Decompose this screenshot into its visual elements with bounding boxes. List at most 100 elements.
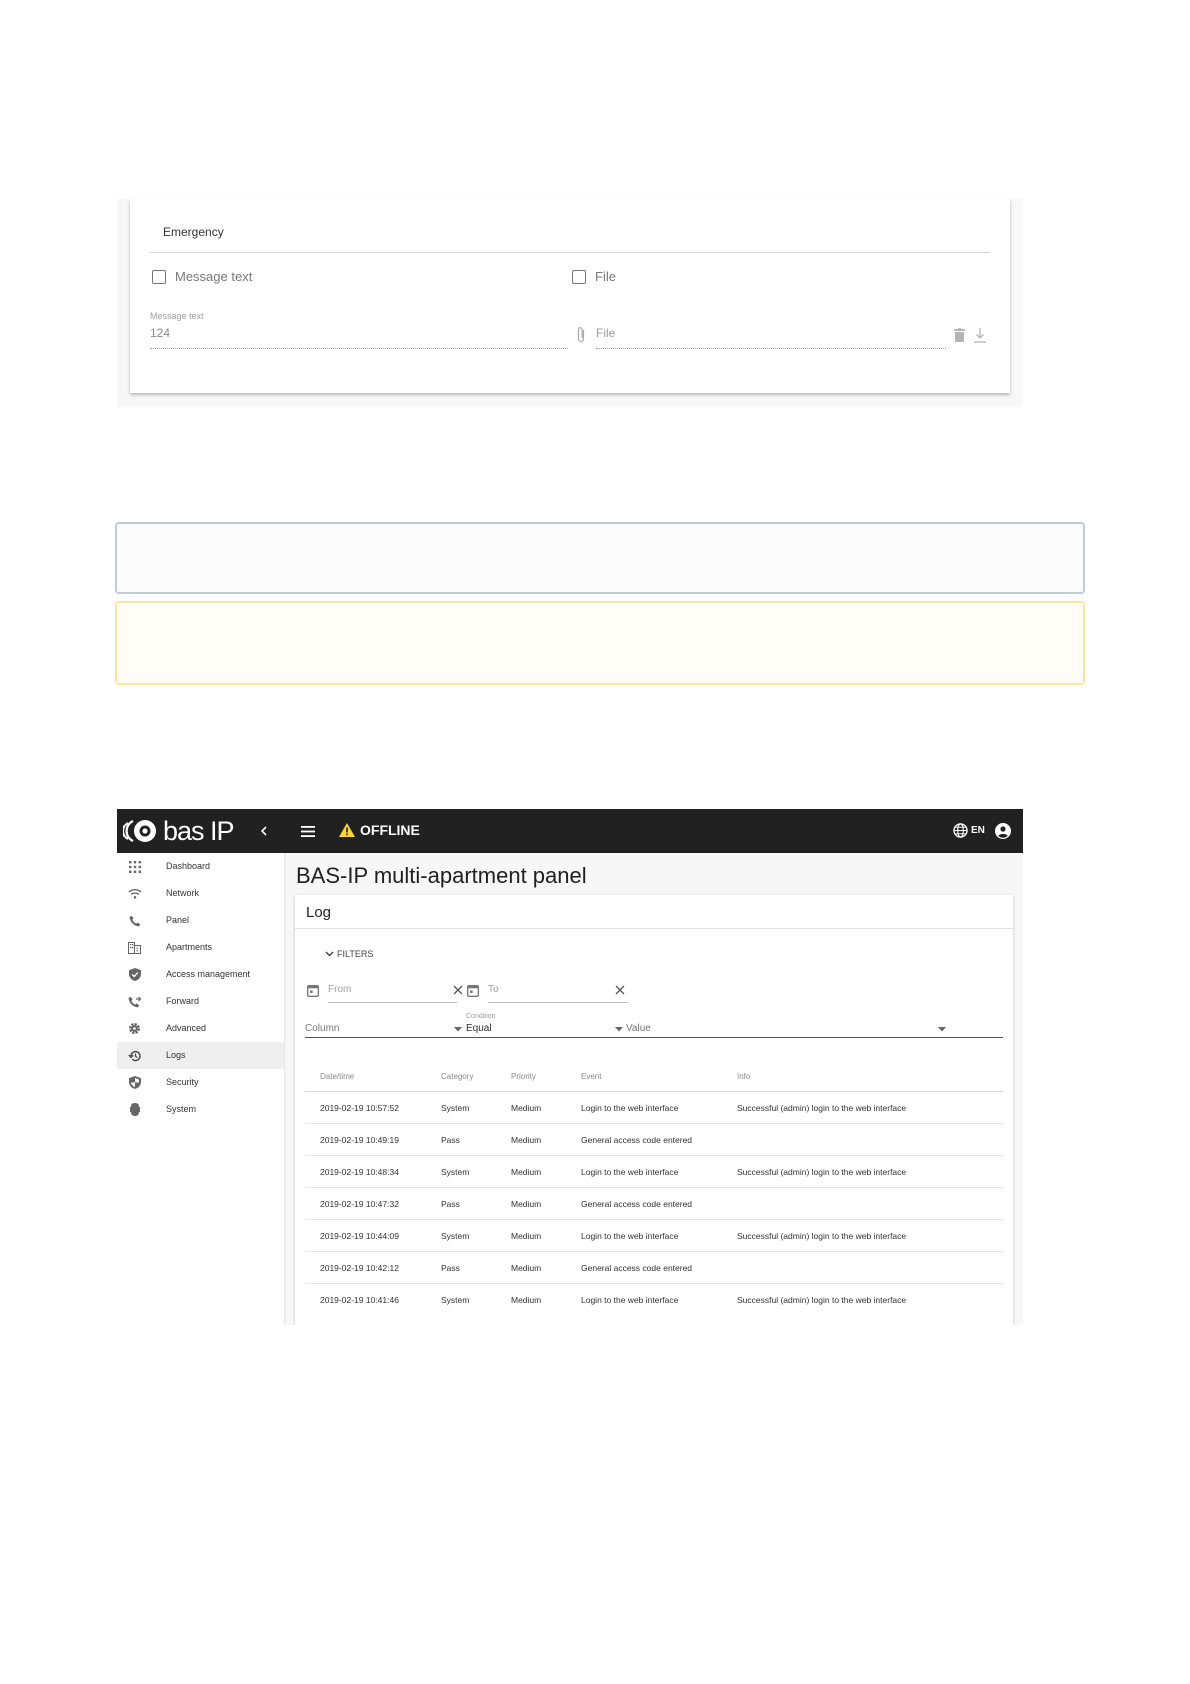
- log-card: Log FILTERS From To Column Condition Equ…: [295, 895, 1013, 1325]
- card-divider: [295, 928, 1013, 929]
- trash-icon[interactable]: [952, 326, 966, 344]
- log-page-screenshot: bas IP OFFLINE EN Dashboard Network Pane…: [117, 809, 1023, 1325]
- sidebar-item-apartments[interactable]: Apartments: [117, 934, 284, 961]
- sidebar-item-label: Advanced: [166, 1023, 207, 1033]
- clear-to-icon[interactable]: [613, 983, 627, 997]
- download-icon[interactable]: [973, 326, 987, 344]
- filters-label: FILTERS: [337, 949, 374, 959]
- language-selector[interactable]: EN: [953, 823, 985, 838]
- emergency-card: Emergency Message text File Message text…: [130, 199, 1010, 393]
- cell-datetime: 2019-02-19 10:44:09: [320, 1231, 399, 1241]
- column-header-datetime[interactable]: Date/time: [320, 1072, 354, 1081]
- sidebar-item-label: Logs: [166, 1050, 186, 1060]
- table-row[interactable]: 2019-02-19 10:57:52 System Medium Login …: [305, 1092, 1003, 1124]
- filters-toggle[interactable]: FILTERS: [325, 949, 373, 959]
- grid-icon: [127, 859, 142, 874]
- shield-check-icon: [127, 967, 142, 982]
- cell-event: Login to the web interface: [581, 1167, 679, 1177]
- sidebar-item-label: System: [166, 1104, 197, 1114]
- sidebar-item-advanced[interactable]: Advanced: [117, 1015, 284, 1042]
- paperclip-icon[interactable]: [574, 325, 588, 345]
- message-text-input[interactable]: 124: [150, 326, 170, 340]
- sidebar-item-label: Security: [166, 1077, 199, 1087]
- clear-from-icon[interactable]: [451, 983, 465, 997]
- menu-icon[interactable]: [299, 822, 317, 840]
- cell-datetime: 2019-02-19 10:47:32: [320, 1199, 399, 1209]
- sidebar-item-label: Panel: [166, 915, 190, 925]
- sidebar-item-label: Network: [166, 888, 200, 898]
- condition-select[interactable]: Equal: [466, 1023, 492, 1034]
- cell-datetime: 2019-02-19 10:48:34: [320, 1167, 399, 1177]
- to-date-field[interactable]: To: [467, 981, 628, 1003]
- from-date-field[interactable]: From: [307, 981, 457, 1003]
- cell-category: Pass: [441, 1263, 460, 1273]
- table-row[interactable]: 2019-02-19 10:48:34 System Medium Login …: [305, 1156, 1003, 1188]
- message-text-checkbox[interactable]: [152, 270, 166, 284]
- cell-info: Successful (admin) login to the web inte…: [737, 1231, 907, 1241]
- file-underline: [596, 348, 946, 349]
- condition-label: Condition: [466, 1013, 496, 1020]
- log-card-title: Log: [306, 904, 332, 921]
- calendar-icon: [307, 985, 319, 997]
- sidebar-item-system[interactable]: System: [117, 1096, 284, 1123]
- wifi-icon: [127, 886, 142, 901]
- main-content: BAS-IP multi-apartment panel Log FILTERS…: [285, 853, 1023, 1325]
- sidebar-item-network[interactable]: Network: [117, 880, 284, 907]
- value-select[interactable]: Value: [626, 1023, 651, 1034]
- file-checkbox-label: File: [595, 269, 616, 284]
- filter-underline: [305, 1037, 1003, 1038]
- cell-category: Pass: [441, 1135, 460, 1145]
- cell-priority: Medium: [511, 1167, 542, 1177]
- emergency-section-title: Emergency: [163, 225, 224, 239]
- column-header-info[interactable]: Info: [737, 1072, 750, 1081]
- table-row[interactable]: 2019-02-19 10:42:12 Pass Medium General …: [305, 1252, 1003, 1284]
- table-row[interactable]: 2019-02-19 10:41:46 System Medium Login …: [305, 1284, 1003, 1316]
- top-bar: bas IP OFFLINE EN: [117, 809, 1023, 853]
- table-row[interactable]: 2019-02-19 10:44:09 System Medium Login …: [305, 1220, 1003, 1252]
- calendar-icon: [467, 985, 479, 997]
- warning-box: [115, 601, 1085, 685]
- cell-event: Login to the web interface: [581, 1231, 679, 1241]
- section-divider: [150, 252, 990, 253]
- account-icon[interactable]: [994, 822, 1012, 840]
- phone-icon: [127, 913, 142, 928]
- sidebar-item-panel[interactable]: Panel: [117, 907, 284, 934]
- file-checkbox[interactable]: [572, 270, 586, 284]
- sidebar-item-label: Access management: [166, 969, 251, 979]
- sidebar-item-forward[interactable]: Forward: [117, 988, 284, 1015]
- column-header-category[interactable]: Category: [441, 1072, 473, 1081]
- sidebar-item-logs[interactable]: Logs: [117, 1042, 284, 1069]
- sidebar-item-access-management[interactable]: Access management: [117, 961, 284, 988]
- cell-priority: Medium: [511, 1135, 542, 1145]
- message-text-checkbox-label: Message text: [175, 269, 253, 284]
- collapse-chevron-icon[interactable]: [255, 822, 273, 840]
- sidebar-item-security[interactable]: Security: [117, 1069, 284, 1096]
- column-header-priority[interactable]: Priority: [511, 1072, 536, 1081]
- table-row[interactable]: 2019-02-19 10:49:19 Pass Medium General …: [305, 1124, 1003, 1156]
- sidebar-item-dashboard[interactable]: Dashboard: [117, 853, 284, 880]
- message-text-field-label: Message text: [150, 311, 204, 321]
- cell-info: Successful (admin) login to the web inte…: [737, 1167, 907, 1177]
- condition-dropdown-icon[interactable]: [614, 1025, 624, 1033]
- logo-text: bas IP: [163, 816, 235, 846]
- gear-icon: [127, 1021, 142, 1036]
- cell-event: Login to the web interface: [581, 1295, 679, 1305]
- bas-ip-logo: bas IP: [123, 816, 235, 846]
- sidebar-item-label: Apartments: [166, 942, 213, 952]
- message-text-underline: [150, 348, 568, 349]
- page-title: BAS-IP multi-apartment panel: [296, 863, 587, 888]
- table-row[interactable]: 2019-02-19 10:47:32 Pass Medium General …: [305, 1188, 1003, 1220]
- note-box: [115, 522, 1085, 594]
- column-dropdown-icon[interactable]: [453, 1025, 463, 1033]
- file-input[interactable]: File: [596, 326, 615, 340]
- cell-category: System: [441, 1231, 470, 1241]
- cell-datetime: 2019-02-19 10:42:12: [320, 1263, 399, 1273]
- column-select[interactable]: Column: [305, 1023, 339, 1034]
- cell-category: System: [441, 1295, 470, 1305]
- to-placeholder: To: [488, 984, 499, 995]
- building-icon: [127, 940, 142, 955]
- value-dropdown-icon[interactable]: [937, 1025, 947, 1033]
- column-header-event[interactable]: Event: [581, 1072, 601, 1081]
- cell-priority: Medium: [511, 1103, 542, 1113]
- sidebar-item-label: Dashboard: [166, 861, 211, 871]
